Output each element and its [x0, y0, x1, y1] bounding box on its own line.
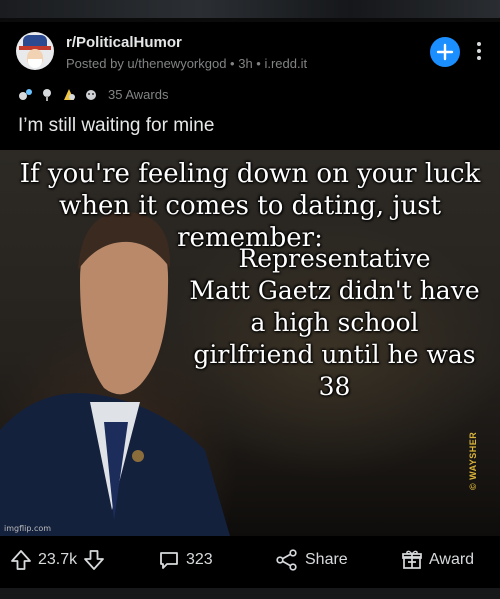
waysher-watermark: © WAYSHER [468, 431, 478, 490]
subreddit-avatar[interactable] [16, 32, 54, 70]
award-button[interactable]: Award [401, 545, 474, 575]
award-icon-3 [64, 88, 75, 100]
award-icon-1 [19, 88, 32, 100]
post-meta: Posted by u/thenewyorkgod • 3h • i.redd.… [66, 56, 308, 71]
award-icon-2 [43, 88, 51, 101]
upvote-icon[interactable] [10, 549, 32, 571]
awards-row[interactable]: 35 Awards [18, 84, 168, 104]
plus-icon [436, 43, 454, 61]
imgflip-watermark: imgflip.com [4, 524, 52, 533]
award-label: Award [429, 551, 475, 568]
meme-top-caption: If you're feeling down on your luck when… [19, 159, 481, 253]
vote-count: 23.7k [38, 551, 78, 568]
award-icon-4 [86, 89, 96, 100]
gift-icon [402, 550, 422, 569]
downvote-icon[interactable] [83, 549, 105, 571]
top-banner-strip [0, 0, 500, 22]
meme-image[interactable]: If you're feeling down on your luck when… [0, 150, 500, 536]
next-post-strip [0, 588, 500, 599]
comment-count: 323 [186, 551, 213, 568]
comment-icon [160, 552, 178, 569]
vote-group: 23.7k [10, 545, 105, 575]
comments-button[interactable]: 323 [158, 545, 213, 575]
join-button[interactable] [430, 37, 460, 67]
post-action-bar: 23.7k 323 Share Award [0, 536, 500, 584]
share-label: Share [305, 551, 348, 568]
share-icon [276, 549, 297, 571]
more-vertical-icon[interactable] [472, 39, 486, 65]
post-header: r/PoliticalHumor Posted by u/thenewyorkg… [0, 22, 500, 150]
share-button[interactable]: Share [275, 545, 348, 575]
meme-body-caption: Representative Matt Gaetz didn't have a … [189, 244, 480, 401]
post-title[interactable]: I’m still waiting for mine [18, 115, 214, 137]
awards-count: 35 Awards [108, 86, 169, 102]
subreddit-name[interactable]: r/PoliticalHumor [66, 34, 182, 51]
